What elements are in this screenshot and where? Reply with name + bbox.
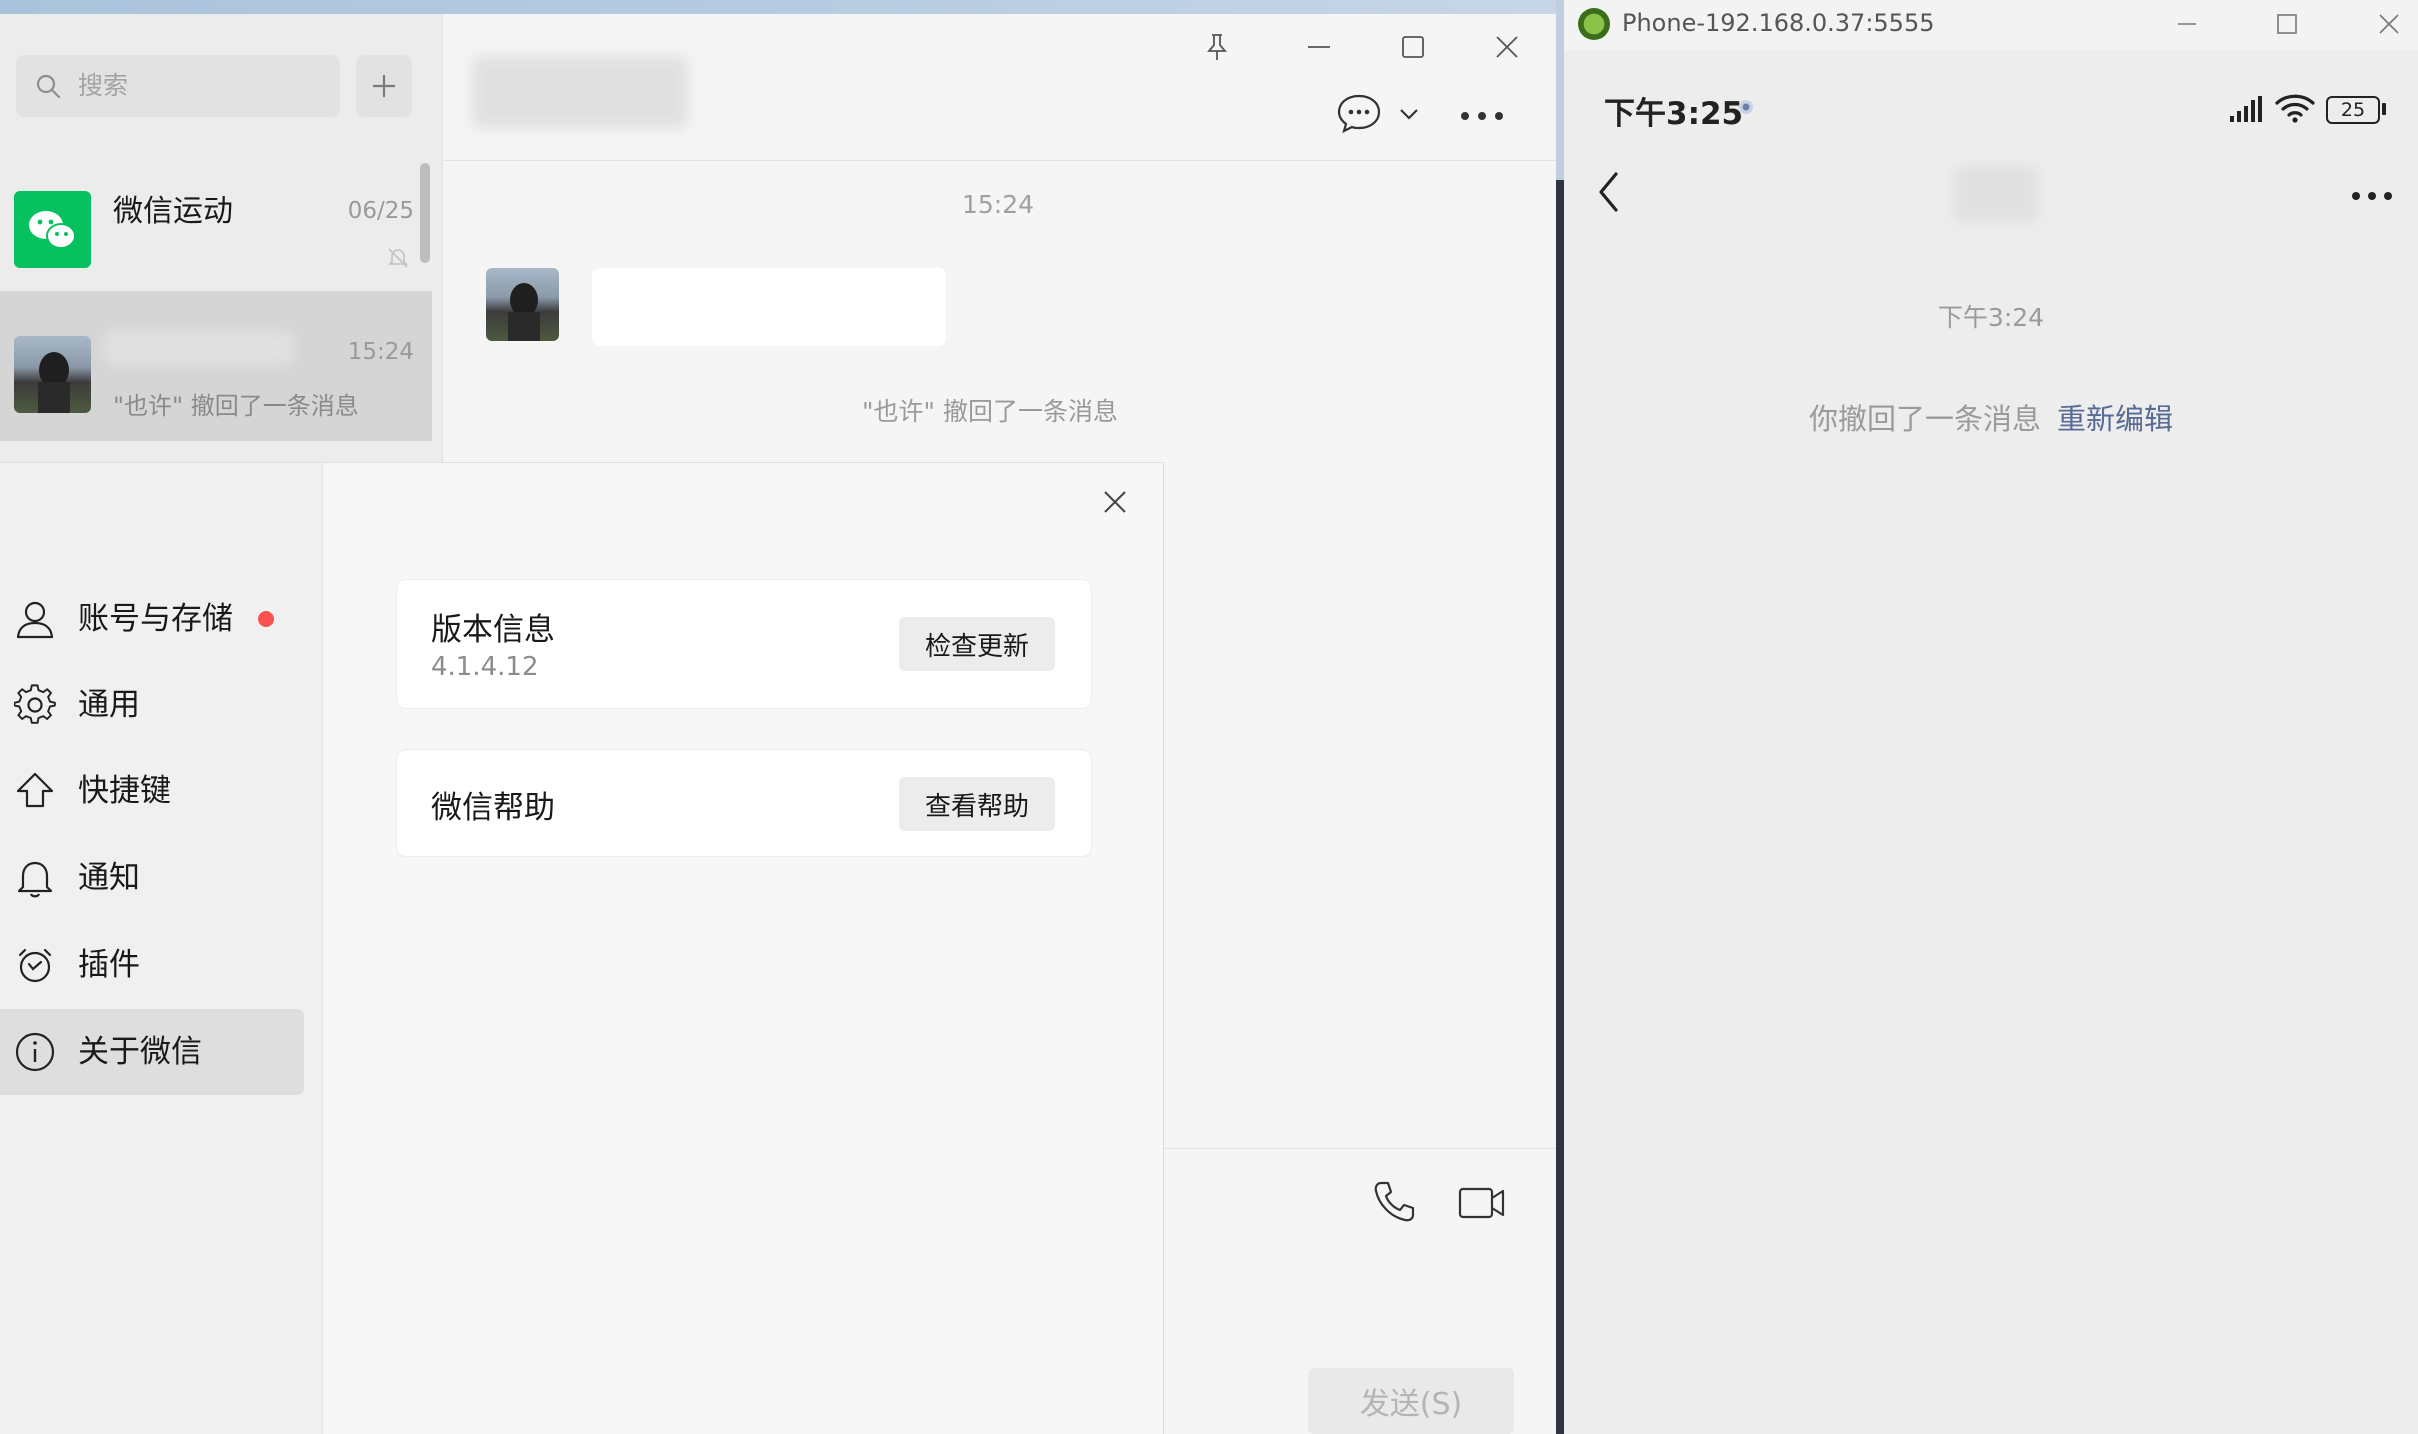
session-item-active[interactable]: 15:24 "也许" 撤回了一条消息 (0, 291, 432, 441)
search-input[interactable]: 搜索 (16, 55, 340, 117)
status-time: 下午3:25 (1604, 96, 1744, 132)
check-update-button[interactable]: 检查更新 (899, 617, 1055, 671)
wechat-sports-avatar (14, 191, 91, 268)
nav-item-shortcuts[interactable]: 快捷键 (0, 748, 304, 834)
nav-item-plugins[interactable]: 插件 (0, 922, 304, 1008)
message-bubble[interactable] (592, 268, 946, 346)
contact-name-blurred (104, 331, 294, 365)
nav-label: 插件 (78, 947, 140, 983)
shortcut-icon (16, 772, 54, 808)
recall-notice: "也许" 撤回了一条消息 (862, 397, 1118, 426)
battery-icon: 25 (2326, 96, 2380, 124)
contact-title-blurred (1954, 166, 2038, 222)
session-item-wechat-sports[interactable]: 微信运动 06/25 (0, 146, 432, 291)
minimize-icon[interactable] (1304, 32, 1334, 62)
phone-close-icon[interactable] (2376, 11, 2402, 37)
nav-label: 通知 (78, 860, 140, 896)
view-help-button[interactable]: 查看帮助 (899, 777, 1055, 831)
search-icon (36, 74, 61, 99)
chat-info-icon[interactable] (1336, 92, 1382, 134)
phone-recall-text: 你撤回了一条消息 (1808, 402, 2041, 436)
plugin-icon (18, 948, 52, 983)
help-title: 微信帮助 (431, 790, 555, 826)
mute-icon (388, 248, 408, 268)
version-info-card: 版本信息 4.1.4.12 检查更新 (396, 579, 1092, 709)
wechat-help-card: 微信帮助 查看帮助 (396, 749, 1092, 857)
phone-more-icon[interactable] (2350, 190, 2394, 202)
phone-recall-row: 你撤回了一条消息 重新编辑 (1564, 396, 2418, 438)
version-number: 4.1.4.12 (431, 652, 539, 682)
pin-icon[interactable] (1204, 32, 1230, 62)
chat-header (444, 14, 1556, 161)
session-name: 微信运动 (113, 194, 233, 229)
settings-nav: 账号与存储 通用 快捷键 通知 插件 关于微信 (0, 463, 323, 1434)
wechat-window: 搜索 微信运动 06/25 15:24 "也许" 撤回了一条消息 15:24 "… (0, 0, 1556, 1434)
phone-maximize-icon[interactable] (2274, 11, 2300, 37)
session-scrollbar[interactable] (420, 163, 430, 263)
avatar-figure-icon (508, 283, 540, 341)
window-top-edge (0, 0, 1556, 14)
battery-level: 25 (2340, 99, 2366, 121)
session-time: 06/25 (347, 198, 414, 224)
chat-title-blurred (472, 56, 688, 128)
status-dot-icon (1739, 100, 1753, 114)
info-icon (15, 1032, 55, 1072)
wifi-icon (2275, 94, 2315, 123)
phone-timestamp: 下午3:24 (1937, 303, 2045, 332)
phone-titlebar: Phone-192.168.0.37:5555 (1564, 0, 2418, 50)
session-preview: "也许" 撤回了一条消息 (113, 392, 359, 420)
signal-icon (2230, 96, 2262, 122)
nav-item-notifications[interactable]: 通知 (0, 835, 304, 921)
search-placeholder: 搜索 (78, 71, 129, 100)
add-button[interactable] (356, 55, 412, 117)
gear-icon (14, 684, 56, 724)
notification-dot (258, 611, 274, 627)
nav-label: 快捷键 (78, 773, 171, 809)
nav-item-general[interactable]: 通用 (0, 662, 304, 748)
chat-timestamp: 15:24 (962, 190, 1035, 219)
android-app-icon (1578, 8, 1610, 40)
session-time: 15:24 (347, 339, 414, 365)
phone-minimize-icon[interactable] (2174, 11, 2200, 37)
nav-label: 账号与存储 (78, 601, 233, 637)
user-icon (16, 601, 54, 639)
close-icon[interactable] (1492, 32, 1522, 62)
maximize-icon[interactable] (1398, 32, 1428, 62)
bell-icon (17, 861, 53, 898)
send-button[interactable]: 发送(S) (1308, 1368, 1514, 1434)
window-divider (1556, 0, 1564, 1434)
contact-avatar (14, 336, 91, 413)
nav-label: 通用 (78, 687, 140, 723)
avatar-figure-icon (38, 352, 70, 413)
voice-call-icon[interactable] (1371, 1179, 1417, 1225)
wechat-logo-icon (29, 211, 76, 249)
chevron-down-icon[interactable] (1398, 106, 1420, 122)
video-call-icon[interactable] (1457, 1183, 1507, 1223)
phone-mirror-window: Phone-192.168.0.37:5555 下午3:25 25 下午3:24… (1564, 0, 2418, 1434)
message-avatar[interactable] (486, 268, 559, 341)
nav-item-about[interactable]: 关于微信 (0, 1009, 304, 1095)
back-icon[interactable] (1596, 170, 1622, 214)
settings-close-icon[interactable] (1098, 485, 1132, 519)
battery-tip (2382, 103, 2386, 115)
phone-window-title: Phone-192.168.0.37:5555 (1622, 9, 1935, 37)
nav-label: 关于微信 (78, 1034, 202, 1070)
more-icon[interactable] (1458, 110, 1506, 122)
reedit-link[interactable]: 重新编辑 (2057, 402, 2173, 436)
plus-icon (373, 75, 395, 97)
settings-dialog: 账号与存储 通用 快捷键 通知 插件 关于微信 版本信息 4.1.4.12 检查… (0, 462, 1164, 1434)
version-title: 版本信息 (431, 612, 555, 648)
